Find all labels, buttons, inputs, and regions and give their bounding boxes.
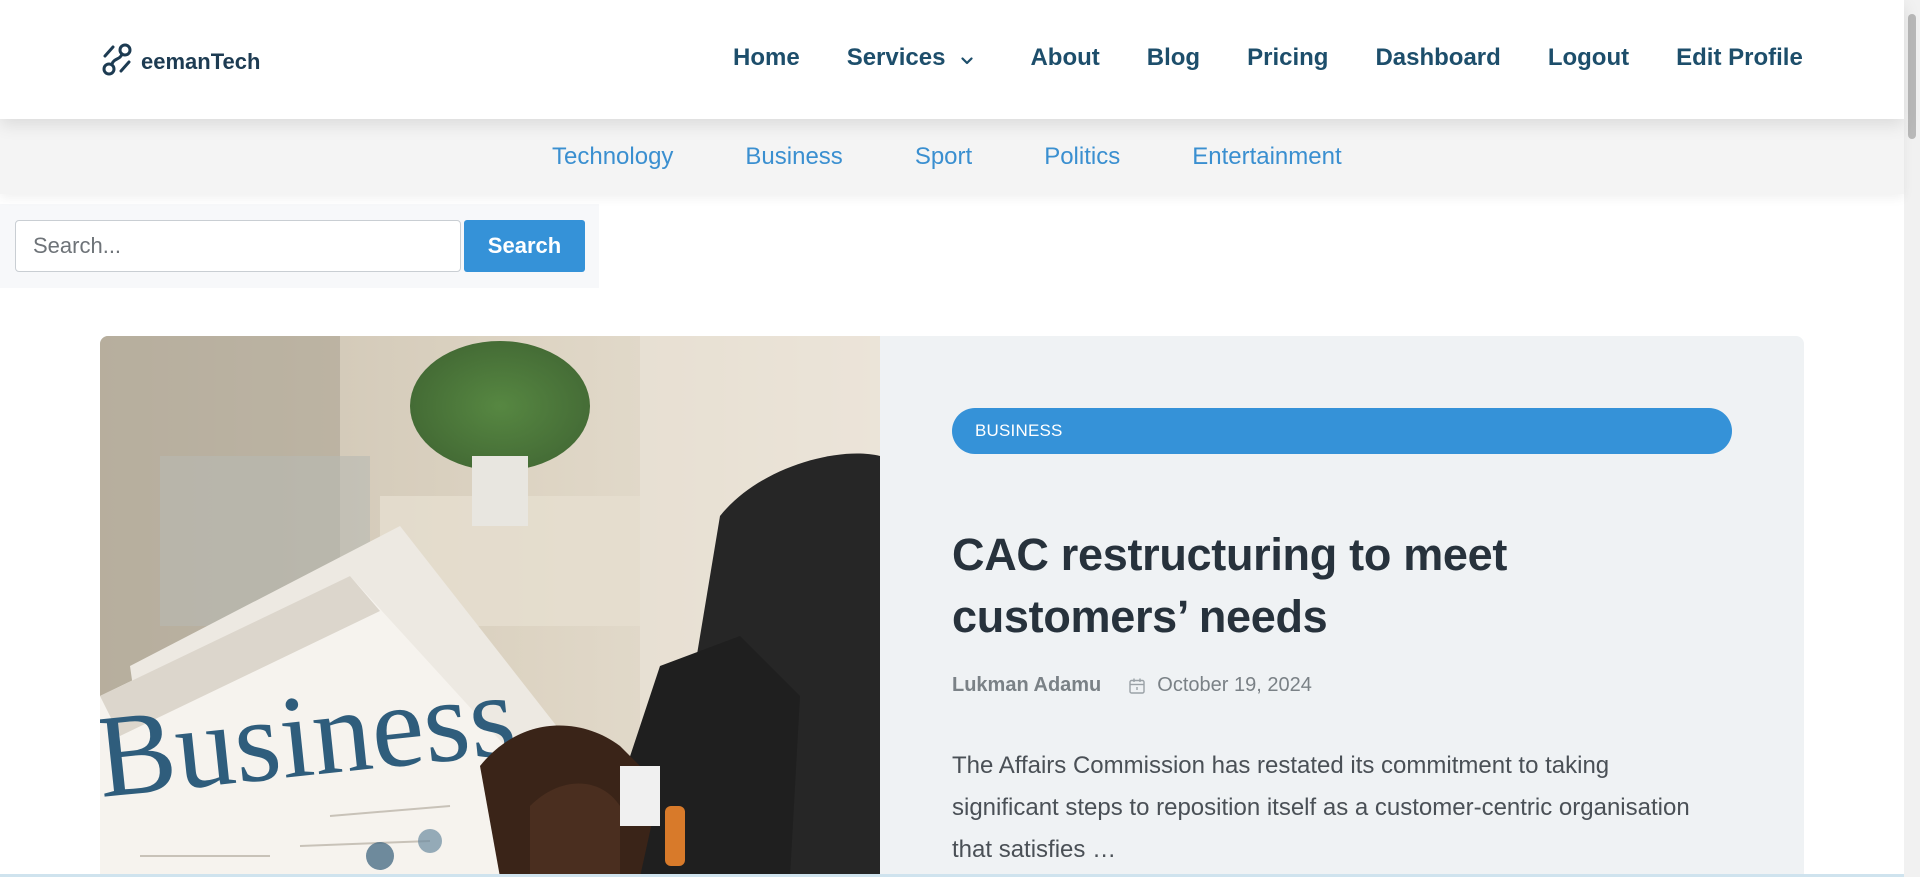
nav-services-label: Services [846,44,946,71]
nav-edit-profile[interactable]: Edit Profile [1676,44,1803,72]
page-scrollbar[interactable] [1904,0,1920,877]
brand-name: eemanTech [141,48,261,74]
top-navbar: eemanTech Home Services About Blog Prici… [0,0,1904,119]
nav-about[interactable]: About [1030,44,1099,72]
calendar-icon [1128,677,1146,695]
main-nav: Home Services About Blog Pricing Dashboa… [733,44,1803,72]
category-badge[interactable]: BUSINESS [952,408,1732,454]
nav-blog[interactable]: Blog [1147,44,1200,72]
post-title[interactable]: CAC restructuring to meet customers’ nee… [952,524,1652,648]
search-form: Search [0,204,599,288]
post-date: October 19, 2024 [1157,674,1312,696]
featured-post-card[interactable]: Business BUSINESS CAC restructuring to m… [100,336,1804,877]
post-author[interactable]: Lukman Adamu [952,674,1101,697]
category-entertainment[interactable]: Entertainment [1192,143,1341,171]
nav-dashboard[interactable]: Dashboard [1375,44,1500,72]
search-input[interactable] [15,220,461,272]
category-links: Technology Business Sport Politics Enter… [552,143,1342,171]
category-business[interactable]: Business [745,143,842,171]
scrollbar-thumb[interactable] [1908,14,1916,139]
nav-pricing[interactable]: Pricing [1247,44,1328,72]
search-button[interactable]: Search [464,220,585,272]
category-technology[interactable]: Technology [552,143,673,171]
brand-logo-link[interactable]: eemanTech [101,42,260,81]
category-politics[interactable]: Politics [1044,143,1120,171]
nav-services[interactable]: Services [847,44,974,72]
featured-post-content: BUSINESS CAC restructuring to meet custo… [952,408,1732,877]
nav-logout[interactable]: Logout [1548,44,1629,72]
post-meta: Lukman Adamu October 19, 2024 [952,674,1732,697]
link-icon [101,42,133,81]
post-excerpt: The Affairs Commission has restated its … [952,752,1690,863]
category-sport[interactable]: Sport [915,143,972,171]
category-bar: Technology Business Sport Politics Enter… [0,119,1904,194]
nav-home[interactable]: Home [733,44,800,72]
chevron-down-icon [961,44,974,72]
featured-post-image[interactable]: Business [100,336,880,877]
